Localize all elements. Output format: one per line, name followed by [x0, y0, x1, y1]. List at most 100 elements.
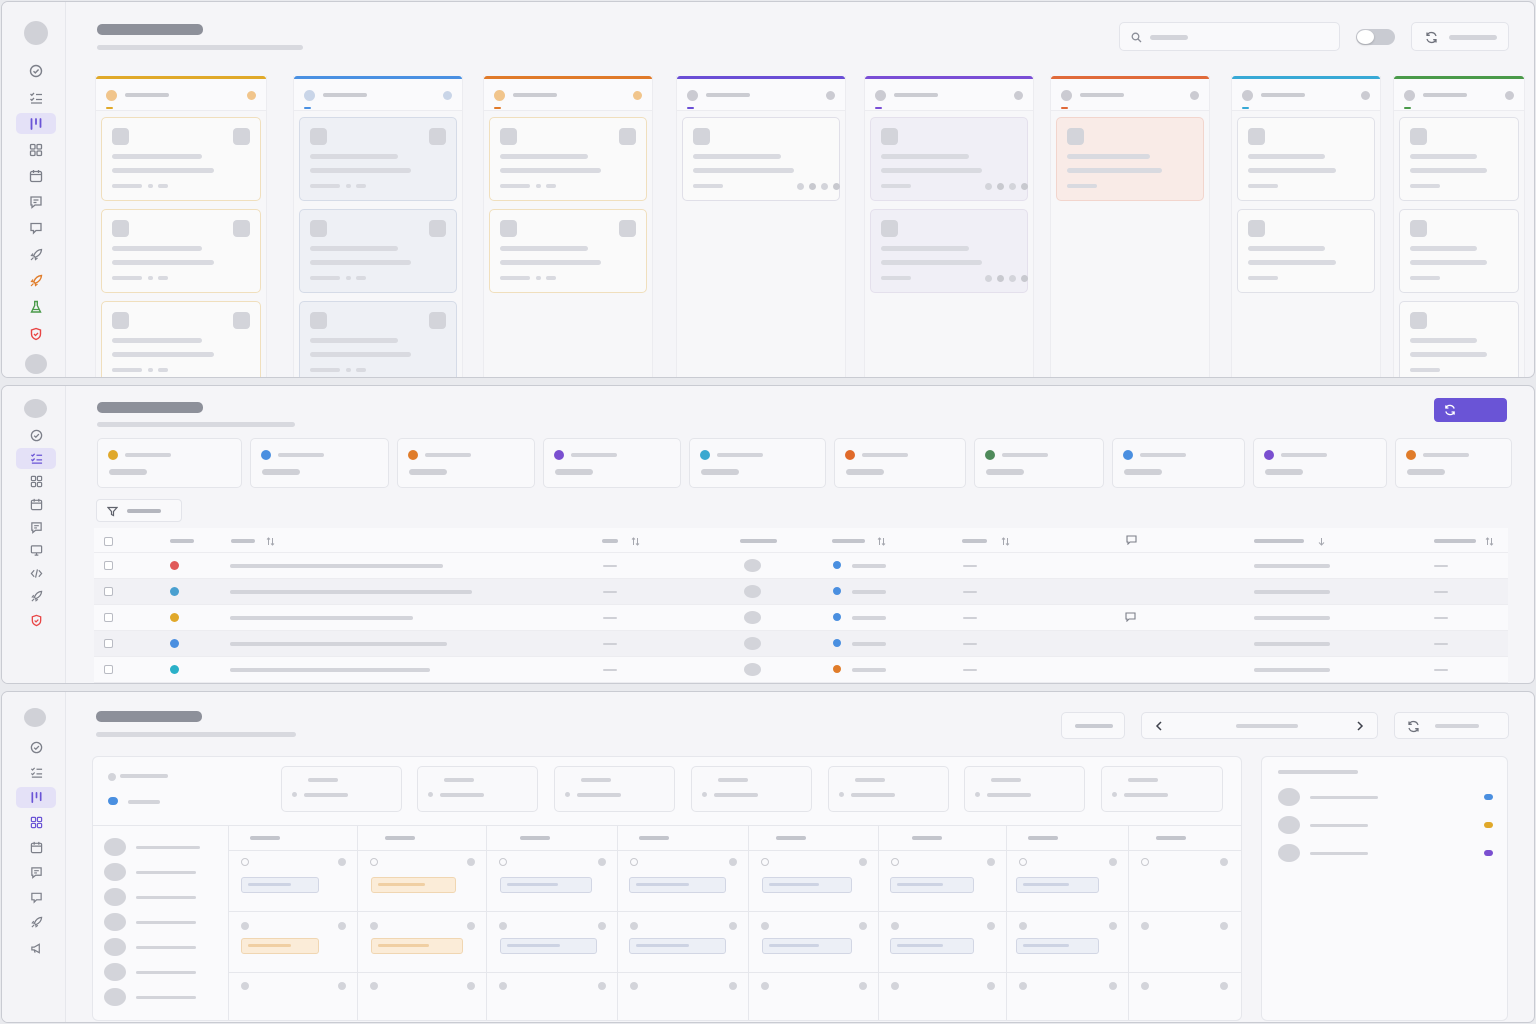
row-checkbox[interactable]	[104, 587, 113, 596]
task-card[interactable]	[1056, 117, 1204, 201]
shift-slot[interactable]	[890, 938, 974, 954]
assignee-avatar[interactable]	[744, 611, 761, 624]
shift-slot[interactable]	[371, 938, 463, 954]
week-summary-card[interactable]	[964, 766, 1085, 812]
task-card[interactable]	[1399, 301, 1519, 377]
stat-card[interactable]	[689, 438, 826, 488]
chevron-left-icon[interactable]	[1155, 721, 1164, 731]
list-check-icon[interactable]	[16, 448, 56, 469]
shift-slot[interactable]	[629, 877, 726, 893]
column-header[interactable]	[294, 79, 462, 111]
refresh-button[interactable]	[1411, 22, 1509, 51]
shift-slot[interactable]	[1016, 938, 1099, 954]
list-check-icon[interactable]	[16, 762, 56, 783]
task-card[interactable]	[299, 209, 457, 293]
column-header-label[interactable]	[740, 539, 777, 543]
message-icon[interactable]	[16, 517, 56, 538]
calendar-icon[interactable]	[16, 494, 56, 515]
row-checkbox[interactable]	[104, 613, 113, 622]
date-range-picker[interactable]	[1141, 712, 1378, 739]
column-header[interactable]	[677, 79, 845, 111]
row-checkbox[interactable]	[104, 561, 113, 570]
grid-icon[interactable]	[16, 812, 56, 833]
task-card[interactable]	[870, 117, 1028, 201]
rocket-orange-icon[interactable]	[16, 270, 56, 291]
person-avatar[interactable]	[104, 863, 126, 881]
person-avatar[interactable]	[104, 888, 126, 906]
row-checkbox[interactable]	[104, 665, 113, 674]
shift-slot[interactable]	[762, 938, 852, 954]
week-summary-card[interactable]	[828, 766, 949, 812]
column-header-label[interactable]	[1434, 539, 1476, 543]
task-card[interactable]	[101, 209, 261, 293]
chevron-right-icon[interactable]	[1355, 721, 1364, 731]
shift-slot[interactable]	[890, 877, 974, 893]
table-row[interactable]	[94, 631, 1508, 657]
stat-card[interactable]	[1112, 438, 1245, 488]
task-card[interactable]	[870, 209, 1028, 293]
shift-slot[interactable]	[241, 877, 319, 893]
task-card[interactable]	[101, 301, 261, 377]
user-avatar[interactable]	[25, 354, 47, 374]
chat-icon[interactable]	[16, 887, 56, 908]
sort-icon[interactable]	[631, 537, 640, 546]
workspace-logo[interactable]	[24, 708, 46, 727]
person-avatar[interactable]	[104, 963, 126, 981]
week-summary-card[interactable]	[691, 766, 812, 812]
refresh-button[interactable]	[1434, 398, 1507, 422]
person-avatar[interactable]	[104, 938, 126, 956]
assignee-avatar[interactable]	[744, 637, 761, 650]
person-avatar[interactable]	[104, 838, 126, 856]
stat-card[interactable]	[974, 438, 1104, 488]
shift-slot[interactable]	[629, 938, 726, 954]
shift-slot[interactable]	[500, 938, 597, 954]
monitor-icon[interactable]	[16, 540, 56, 561]
dashboard-icon[interactable]	[16, 60, 56, 81]
rocket-icon[interactable]	[16, 912, 56, 933]
column-header[interactable]	[1394, 79, 1524, 111]
task-card[interactable]	[1399, 117, 1519, 201]
column-header-label[interactable]	[1254, 539, 1304, 543]
task-card[interactable]	[1237, 117, 1375, 201]
stat-card[interactable]	[1253, 438, 1387, 488]
table-row[interactable]	[94, 605, 1508, 631]
sort-icon[interactable]	[1001, 537, 1010, 546]
comment-icon[interactable]	[1125, 612, 1136, 622]
workspace-logo[interactable]	[24, 21, 48, 45]
shift-slot[interactable]	[241, 938, 319, 954]
flask-icon[interactable]	[16, 296, 56, 317]
message-icon[interactable]	[16, 191, 56, 212]
refresh-button[interactable]	[1394, 712, 1509, 739]
stat-card[interactable]	[97, 438, 242, 488]
column-header[interactable]	[484, 79, 652, 111]
workspace-logo[interactable]	[24, 399, 47, 418]
rocket-icon[interactable]	[16, 586, 56, 607]
kanban-icon[interactable]	[16, 113, 56, 134]
person-avatar[interactable]	[104, 988, 126, 1006]
row-checkbox[interactable]	[104, 639, 113, 648]
code-icon[interactable]	[16, 563, 56, 584]
table-row[interactable]	[94, 657, 1508, 683]
column-header[interactable]	[1232, 79, 1380, 111]
column-header-label[interactable]	[231, 539, 255, 543]
select-all-checkbox[interactable]	[104, 537, 113, 546]
column-header-label[interactable]	[170, 539, 194, 543]
sort-desc-icon[interactable]	[1317, 537, 1326, 546]
stat-card[interactable]	[834, 438, 966, 488]
task-card[interactable]	[101, 117, 261, 201]
task-title-cell[interactable]	[230, 616, 413, 620]
column-header[interactable]	[96, 79, 266, 111]
sort-icon[interactable]	[1485, 537, 1494, 546]
task-title-cell[interactable]	[230, 590, 472, 594]
shift-slot[interactable]	[371, 877, 456, 893]
column-header-label[interactable]	[602, 539, 618, 543]
person-avatar[interactable]	[104, 913, 126, 931]
task-card[interactable]	[1237, 209, 1375, 293]
task-card[interactable]	[299, 117, 457, 201]
message-icon[interactable]	[16, 862, 56, 883]
table-row[interactable]	[94, 553, 1508, 579]
week-summary-card[interactable]	[554, 766, 675, 812]
kanban-icon[interactable]	[16, 787, 56, 808]
week-summary-card[interactable]	[281, 766, 402, 812]
search-input[interactable]	[1119, 22, 1340, 51]
